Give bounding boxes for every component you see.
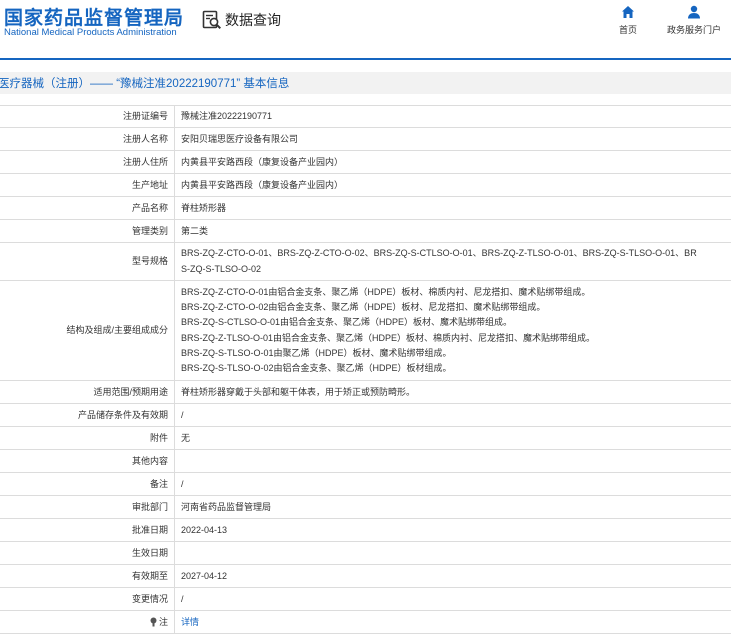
table-row: 适用范围/预期用途 脊柱矫形器穿戴于头部和躯干体表，用于矫正或预防畸形。 xyxy=(0,380,731,404)
site-logo-subtitle: National Medical Products Administration xyxy=(4,27,177,38)
details-link[interactable]: 详情 xyxy=(181,617,199,627)
row-label: 审批部门 xyxy=(0,495,175,519)
spec-line: S-ZQ-S-TLSO-O-02 xyxy=(181,263,262,274)
table-row: 生效日期 xyxy=(0,541,731,565)
row-value: 2022-04-13 xyxy=(174,518,731,542)
row-label: 产品储存条件及有效期 xyxy=(0,403,175,427)
row-value: / xyxy=(174,587,731,611)
row-value: 安阳贝瑞思医疗设备有限公司 xyxy=(174,127,731,151)
row-value: 内黄县平安路西段（康复设备产业园内） xyxy=(174,173,731,197)
table-row: 型号规格 BRS-ZQ-Z-CTO-O-01、BRS-ZQ-Z-CTO-O-02… xyxy=(0,242,731,281)
table-row: 审批部门 河南省药品监督管理局 xyxy=(0,495,731,519)
row-value: 第二类 xyxy=(174,219,731,243)
row-value: BRS-ZQ-Z-CTO-O-01、BRS-ZQ-Z-CTO-O-02、BRS-… xyxy=(174,242,731,281)
table-row: 附件 无 xyxy=(0,426,731,450)
nav-home[interactable]: 首页 xyxy=(614,5,642,36)
row-value: 2027-04-12 xyxy=(174,564,731,588)
composition-line: BRS-ZQ-S-TLSO-O-01由聚乙烯（HDPE）板材、魔术贴绑带组成。 xyxy=(181,347,452,358)
row-label: 型号规格 xyxy=(0,242,175,281)
table-row: 注册人住所 内黄县平安路西段（康复设备产业园内） xyxy=(0,150,731,174)
table-row: 其他内容 xyxy=(0,449,731,473)
record-title-bar: 医疗器械（注册）—— “豫械注准20222190771” 基本信息 xyxy=(0,72,731,94)
table-row: 注册证编号 豫械注准20222190771 xyxy=(0,105,731,128)
row-label: 批准日期 xyxy=(0,518,175,542)
header-divider xyxy=(0,58,731,60)
row-label: 结构及组成/主要组成成分 xyxy=(0,280,175,381)
table-row: 生产地址 内黄县平安路西段（康复设备产业园内） xyxy=(0,173,731,197)
row-value: / xyxy=(174,403,731,427)
composition-line: BRS-ZQ-Z-TLSO-O-01由铝合金支条、聚乙烯（HDPE）板材、棉质内… xyxy=(181,332,596,343)
row-label: 生效日期 xyxy=(0,541,175,565)
user-icon xyxy=(688,5,700,19)
table-row: 注 详情 xyxy=(0,610,731,634)
record-title: 医疗器械（注册）—— “豫械注准20222190771” 基本信息 xyxy=(0,78,290,90)
composition-line: BRS-ZQ-S-CTLSO-O-01由铝合金支条、聚乙烯（HDPE）板材、魔术… xyxy=(181,317,513,328)
row-label: 其他内容 xyxy=(0,449,175,473)
row-value: BRS-ZQ-Z-CTO-O-01由铝合金支条、聚乙烯（HDPE）板材、棉质内衬… xyxy=(174,280,731,381)
note-label: 注 xyxy=(158,616,168,627)
row-label: 注册人住所 xyxy=(0,150,175,174)
row-label: 附件 xyxy=(0,426,175,450)
home-icon xyxy=(622,6,634,18)
table-row: 管理类别 第二类 xyxy=(0,219,731,243)
row-value xyxy=(174,449,731,473)
table-row: 批准日期 2022-04-13 xyxy=(0,518,731,542)
row-value: 内黄县平安路西段（康复设备产业园内） xyxy=(174,150,731,174)
row-label: 产品名称 xyxy=(0,196,175,220)
row-value: 脊柱矫形器 xyxy=(174,196,731,220)
nav-service-portal-label: 政务服务门户 xyxy=(666,25,721,35)
row-value: 河南省药品监督管理局 xyxy=(174,495,731,519)
row-label: 备注 xyxy=(0,472,175,496)
site-header: 国家药品监督管理局 National Medical Products Admi… xyxy=(0,0,731,58)
nav-home-label: 首页 xyxy=(618,25,637,35)
record-detail-table: 注册证编号 豫械注准20222190771 注册人名称 安阳贝瑞思医疗设备有限公… xyxy=(0,105,731,634)
row-label: 变更情况 xyxy=(0,587,175,611)
table-row: 注册人名称 安阳贝瑞思医疗设备有限公司 xyxy=(0,127,731,151)
data-query-icon xyxy=(202,10,222,30)
row-value: / xyxy=(174,472,731,496)
row-value: 豫械注准20222190771 xyxy=(174,105,731,128)
data-query-label: 数据查询 xyxy=(225,12,281,28)
composition-line: BRS-ZQ-Z-CTO-O-01由铝合金支条、聚乙烯（HDPE）板材、棉质内衬… xyxy=(181,286,591,297)
row-label: 有效期至 xyxy=(0,564,175,588)
row-value: 详情 xyxy=(174,610,731,634)
row-label: 注册证编号 xyxy=(0,105,175,128)
table-row: 结构及组成/主要组成成分 BRS-ZQ-Z-CTO-O-01由铝合金支条、聚乙烯… xyxy=(0,280,731,381)
row-value: 无 xyxy=(174,426,731,450)
row-label: 注册人名称 xyxy=(0,127,175,151)
note-icon xyxy=(150,617,157,626)
table-row: 产品储存条件及有效期 / xyxy=(0,403,731,427)
row-label: 生产地址 xyxy=(0,173,175,197)
table-row: 有效期至 2027-04-12 xyxy=(0,564,731,588)
row-value: 脊柱矫形器穿戴于头部和躯干体表，用于矫正或预防畸形。 xyxy=(174,380,731,404)
table-row: 变更情况 / xyxy=(0,587,731,611)
row-label: 适用范围/预期用途 xyxy=(0,380,175,404)
data-query-heading: 数据查询 xyxy=(202,9,281,31)
row-label: 注 xyxy=(0,610,175,634)
spec-line: BRS-ZQ-Z-CTO-O-01、BRS-ZQ-Z-CTO-O-02、BRS-… xyxy=(181,248,697,259)
row-label: 管理类别 xyxy=(0,219,175,243)
table-row: 产品名称 脊柱矫形器 xyxy=(0,196,731,220)
row-value xyxy=(174,541,731,565)
table-row: 备注 / xyxy=(0,472,731,496)
nav-service-portal[interactable]: 政务服务门户 xyxy=(663,5,725,36)
composition-line: BRS-ZQ-S-TLSO-O-02由铝合金支条、聚乙烯（HDPE）板材组成。 xyxy=(181,363,452,374)
site-logo-title[interactable]: 国家药品监督管理局 xyxy=(4,3,184,30)
composition-line: BRS-ZQ-Z-CTO-O-02由铝合金支条、聚乙烯（HDPE）板材、尼龙搭扣… xyxy=(181,301,546,312)
